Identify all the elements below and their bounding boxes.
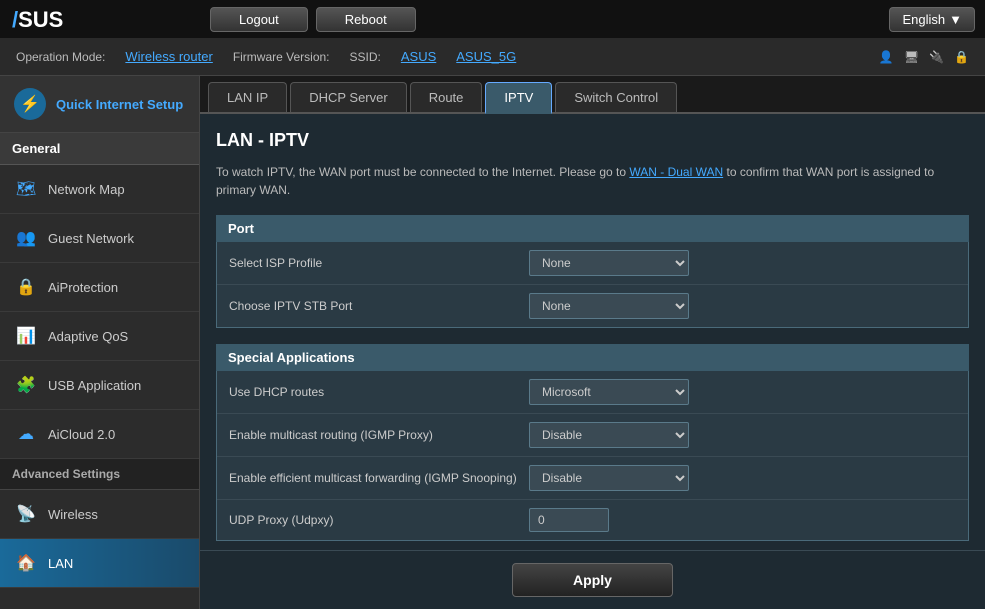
isp-profile-control: None Israel HOT Israel Bezeq Russia Rost… bbox=[529, 250, 956, 276]
sidebar-item-network-map[interactable]: 🗺 Network Map bbox=[0, 165, 199, 214]
dhcp-routes-control: Microsoft Cisco Both bbox=[529, 379, 956, 405]
tab-iptv[interactable]: IPTV bbox=[485, 82, 552, 114]
quick-internet-setup[interactable]: ⚡ Quick Internet Setup bbox=[0, 76, 199, 133]
operation-mode-label: Operation Mode: bbox=[16, 50, 105, 64]
content-area: LAN IP DHCP Server Route IPTV Switch Con… bbox=[200, 76, 985, 609]
description-text: To watch IPTV, the WAN port must be conn… bbox=[216, 165, 626, 179]
top-bar: /SUS Logout Reboot English ▼ bbox=[0, 0, 985, 38]
guest-network-icon: 👥 bbox=[14, 226, 38, 250]
info-bar: Operation Mode: Wireless router Firmware… bbox=[0, 38, 985, 76]
igmp-snooping-label: Enable efficient multicast forwarding (I… bbox=[229, 471, 529, 485]
sidebar-item-wireless[interactable]: 📡 Wireless bbox=[0, 490, 199, 539]
page-content: LAN - IPTV To watch IPTV, the WAN port m… bbox=[200, 114, 985, 550]
info-icons: 👤 🖥 🔌 🔒 bbox=[879, 50, 969, 64]
operation-mode-value[interactable]: Wireless router bbox=[125, 49, 212, 64]
udpxy-control bbox=[529, 508, 956, 532]
firmware-label: Firmware Version: bbox=[233, 50, 330, 64]
lan-icon: 🏠 bbox=[14, 551, 38, 575]
ssid-label: SSID: bbox=[350, 50, 381, 64]
sidebar-item-lan[interactable]: 🏠 LAN bbox=[0, 539, 199, 588]
logout-button[interactable]: Logout bbox=[210, 7, 308, 32]
advanced-settings-header: Advanced Settings bbox=[0, 459, 199, 490]
ssid-value2[interactable]: ASUS_5G bbox=[456, 49, 516, 64]
igmp-proxy-row: Enable multicast routing (IGMP Proxy) Di… bbox=[217, 414, 968, 457]
iptv-stb-port-label: Choose IPTV STB Port bbox=[229, 299, 529, 313]
udpxy-row: UDP Proxy (Udpxy) bbox=[217, 500, 968, 540]
quick-setup-label: Quick Internet Setup bbox=[56, 97, 183, 112]
display-icon: 🖥 bbox=[904, 50, 919, 64]
sidebar-item-label: Wireless bbox=[48, 507, 98, 522]
tab-bar: LAN IP DHCP Server Route IPTV Switch Con… bbox=[200, 76, 985, 114]
sidebar-item-label: AiCloud 2.0 bbox=[48, 427, 115, 442]
tab-switch-control[interactable]: Switch Control bbox=[555, 82, 677, 112]
sidebar-item-label: Guest Network bbox=[48, 231, 134, 246]
ssid-value1[interactable]: ASUS bbox=[401, 49, 436, 64]
sidebar-item-aicloud[interactable]: ☁ AiCloud 2.0 bbox=[0, 410, 199, 459]
adaptive-qos-icon: 📊 bbox=[14, 324, 38, 348]
sidebar-item-usb-application[interactable]: 🧩 USB Application bbox=[0, 361, 199, 410]
iptv-stb-port-control: None LAN 1 LAN 2 LAN 3 LAN 4 bbox=[529, 293, 956, 319]
quick-setup-icon: ⚡ bbox=[14, 88, 46, 120]
tab-lan-ip[interactable]: LAN IP bbox=[208, 82, 287, 112]
language-selector[interactable]: English ▼ bbox=[889, 7, 975, 32]
special-section-body: Use DHCP routes Microsoft Cisco Both Ena… bbox=[216, 371, 969, 541]
svg-text:/SUS: /SUS bbox=[12, 7, 63, 32]
port-section-body: Select ISP Profile None Israel HOT Israe… bbox=[216, 242, 969, 328]
aicloud-icon: ☁ bbox=[14, 422, 38, 446]
main-layout: ⚡ Quick Internet Setup General 🗺 Network… bbox=[0, 76, 985, 609]
sidebar-item-label: Adaptive QoS bbox=[48, 329, 128, 344]
chevron-down-icon: ▼ bbox=[949, 12, 962, 27]
isp-profile-select[interactable]: None Israel HOT Israel Bezeq Russia Rost… bbox=[529, 250, 689, 276]
igmp-proxy-label: Enable multicast routing (IGMP Proxy) bbox=[229, 428, 529, 442]
wan-dual-wan-link[interactable]: WAN - Dual WAN bbox=[629, 165, 723, 179]
udpxy-input[interactable] bbox=[529, 508, 609, 532]
sidebar-item-label: USB Application bbox=[48, 378, 141, 393]
user-icon: 👤 bbox=[879, 50, 894, 64]
isp-profile-label: Select ISP Profile bbox=[229, 256, 529, 270]
sidebar: ⚡ Quick Internet Setup General 🗺 Network… bbox=[0, 76, 200, 609]
special-section-header: Special Applications bbox=[216, 344, 969, 371]
isp-profile-row: Select ISP Profile None Israel HOT Israe… bbox=[217, 242, 968, 285]
iptv-stb-port-select[interactable]: None LAN 1 LAN 2 LAN 3 LAN 4 bbox=[529, 293, 689, 319]
sidebar-item-adaptive-qos[interactable]: 📊 Adaptive QoS bbox=[0, 312, 199, 361]
page-title: LAN - IPTV bbox=[216, 130, 969, 151]
asus-logo: /SUS bbox=[10, 4, 90, 34]
top-nav: Logout Reboot bbox=[210, 7, 416, 32]
dhcp-routes-row: Use DHCP routes Microsoft Cisco Both bbox=[217, 371, 968, 414]
apply-section: Apply bbox=[200, 550, 985, 609]
usb-application-icon: 🧩 bbox=[14, 373, 38, 397]
sidebar-item-label: AiProtection bbox=[48, 280, 118, 295]
lock-icon: 🔒 bbox=[954, 50, 969, 64]
reboot-button[interactable]: Reboot bbox=[316, 7, 416, 32]
igmp-proxy-control: Disable Enable bbox=[529, 422, 956, 448]
network-map-icon: 🗺 bbox=[14, 177, 38, 201]
dhcp-routes-label: Use DHCP routes bbox=[229, 385, 529, 399]
usb-icon: 🔌 bbox=[929, 50, 944, 64]
sidebar-item-label: LAN bbox=[48, 556, 73, 571]
igmp-proxy-select[interactable]: Disable Enable bbox=[529, 422, 689, 448]
sidebar-item-guest-network[interactable]: 👥 Guest Network bbox=[0, 214, 199, 263]
apply-button[interactable]: Apply bbox=[512, 563, 673, 597]
tab-dhcp-server[interactable]: DHCP Server bbox=[290, 82, 407, 112]
igmp-snooping-row: Enable efficient multicast forwarding (I… bbox=[217, 457, 968, 500]
port-section-header: Port bbox=[216, 215, 969, 242]
page-description: To watch IPTV, the WAN port must be conn… bbox=[216, 163, 969, 199]
sidebar-item-aiprotection[interactable]: 🔒 AiProtection bbox=[0, 263, 199, 312]
general-header: General bbox=[0, 133, 199, 165]
sidebar-item-label: Network Map bbox=[48, 182, 125, 197]
wireless-icon: 📡 bbox=[14, 502, 38, 526]
aiprotection-icon: 🔒 bbox=[14, 275, 38, 299]
udpxy-label: UDP Proxy (Udpxy) bbox=[229, 513, 529, 527]
dhcp-routes-select[interactable]: Microsoft Cisco Both bbox=[529, 379, 689, 405]
igmp-snooping-control: Disable Enable bbox=[529, 465, 956, 491]
tab-route[interactable]: Route bbox=[410, 82, 483, 112]
igmp-snooping-select[interactable]: Disable Enable bbox=[529, 465, 689, 491]
iptv-stb-port-row: Choose IPTV STB Port None LAN 1 LAN 2 LA… bbox=[217, 285, 968, 327]
